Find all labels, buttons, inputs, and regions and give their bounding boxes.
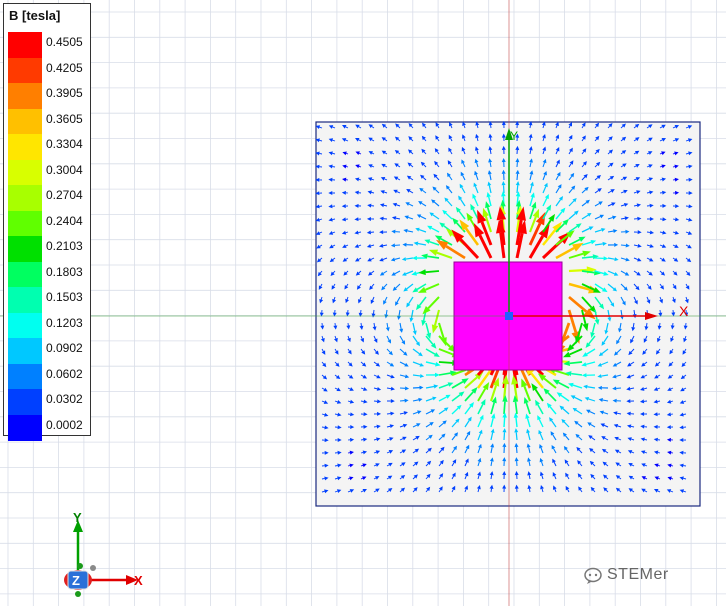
field-vector bbox=[646, 192, 650, 194]
field-vector bbox=[358, 231, 362, 234]
field-vector bbox=[672, 153, 675, 155]
field-vector bbox=[516, 185, 519, 194]
field-vector bbox=[657, 464, 661, 467]
field-vector bbox=[645, 322, 648, 327]
field-vector bbox=[360, 452, 364, 454]
field-vector bbox=[503, 417, 506, 428]
field-vector bbox=[644, 438, 648, 441]
axis-triad[interactable]: Y X Z bbox=[50, 510, 160, 600]
legend-swatch bbox=[8, 210, 42, 237]
legend-swatch bbox=[8, 32, 42, 58]
legend-tick: 0.0902 bbox=[46, 341, 83, 355]
field-vector bbox=[630, 425, 635, 428]
legend-swatch bbox=[8, 312, 42, 339]
field-vector bbox=[321, 478, 325, 480]
field-vector bbox=[360, 400, 364, 402]
legend-tick: 0.4505 bbox=[46, 35, 83, 49]
field-vector bbox=[489, 149, 492, 155]
field-vector bbox=[659, 231, 663, 234]
field-vector bbox=[319, 153, 323, 155]
field-vector bbox=[347, 400, 351, 403]
triad-z-label: Z bbox=[72, 573, 80, 588]
field-vector bbox=[371, 191, 375, 194]
legend-tick: 0.3605 bbox=[46, 111, 83, 126]
field-vector bbox=[632, 322, 635, 328]
field-vector bbox=[438, 361, 453, 364]
legend-swatch bbox=[8, 389, 42, 415]
chat-bubble-icon bbox=[584, 567, 602, 584]
field-vector bbox=[515, 446, 518, 454]
legend-swatch bbox=[8, 236, 42, 262]
watermark-text: STEMer bbox=[607, 566, 669, 583]
legend-tick: 0.1803 bbox=[46, 264, 83, 279]
color-legend: B [tesla] 0.4505 0.4205 0.3905 0.3605 0.3304… bbox=[3, 3, 91, 441]
field-vector bbox=[516, 173, 519, 181]
legend-tick: 0.3905 bbox=[46, 86, 83, 100]
field-vector bbox=[683, 413, 687, 416]
legend-swatch bbox=[8, 57, 42, 84]
legend-swatch bbox=[8, 108, 42, 135]
legend-swatch bbox=[8, 287, 42, 313]
local-y-label: Y bbox=[510, 129, 518, 143]
legend-tick: 0.0302 bbox=[46, 392, 83, 406]
field-vector bbox=[503, 401, 506, 415]
triad-x-label: X bbox=[134, 573, 143, 588]
legend-swatch bbox=[8, 134, 42, 160]
field-vector bbox=[490, 488, 492, 493]
field-vector bbox=[659, 165, 663, 168]
legend-tick: 0.0002 bbox=[46, 417, 83, 432]
field-vector bbox=[358, 179, 362, 181]
field-vector bbox=[683, 477, 687, 480]
field-vector bbox=[657, 452, 661, 454]
field-vector bbox=[529, 137, 532, 142]
field-vector bbox=[347, 477, 350, 480]
field-vector bbox=[332, 218, 336, 221]
field-vector bbox=[490, 137, 492, 142]
field-vector bbox=[633, 309, 636, 315]
field-vector bbox=[671, 478, 674, 480]
legend-tick: 0.1503 bbox=[46, 290, 83, 304]
legend-tick: 0.0602 bbox=[46, 366, 83, 381]
field-vector bbox=[373, 322, 376, 327]
legend-swatch bbox=[8, 414, 42, 441]
field-vector bbox=[334, 413, 338, 416]
legend-tick: 0.3004 bbox=[46, 162, 83, 177]
field-vector bbox=[657, 400, 661, 403]
legend-swatch bbox=[8, 83, 42, 109]
triad-y-label: Y bbox=[73, 510, 82, 525]
field-vector bbox=[633, 204, 638, 207]
field-vector bbox=[490, 474, 493, 480]
legend-swatch bbox=[8, 261, 42, 288]
field-vector bbox=[425, 270, 440, 274]
legend-tick: 0.2704 bbox=[46, 188, 83, 202]
legend-tick: 0.2404 bbox=[46, 213, 83, 228]
legend-swatch bbox=[8, 338, 42, 364]
field-vector bbox=[385, 309, 388, 315]
legend-title: B [tesla] bbox=[9, 8, 61, 23]
field-vector bbox=[346, 152, 349, 155]
local-x-label: X bbox=[679, 303, 689, 319]
legend-swatch bbox=[8, 363, 42, 390]
field-vector bbox=[515, 432, 518, 441]
field-vector bbox=[386, 387, 392, 390]
field-vector bbox=[528, 488, 531, 493]
field-vector bbox=[685, 218, 689, 221]
field-vector bbox=[685, 152, 689, 155]
legend-swatch bbox=[8, 159, 42, 186]
legend-swatch bbox=[8, 185, 42, 211]
legend-tick: 0.2103 bbox=[46, 239, 83, 253]
legend-tick: 0.4205 bbox=[46, 60, 83, 75]
field-vector bbox=[373, 438, 377, 441]
legend-tick: 0.1203 bbox=[46, 315, 83, 330]
legend-tick: 0.3304 bbox=[46, 137, 83, 151]
